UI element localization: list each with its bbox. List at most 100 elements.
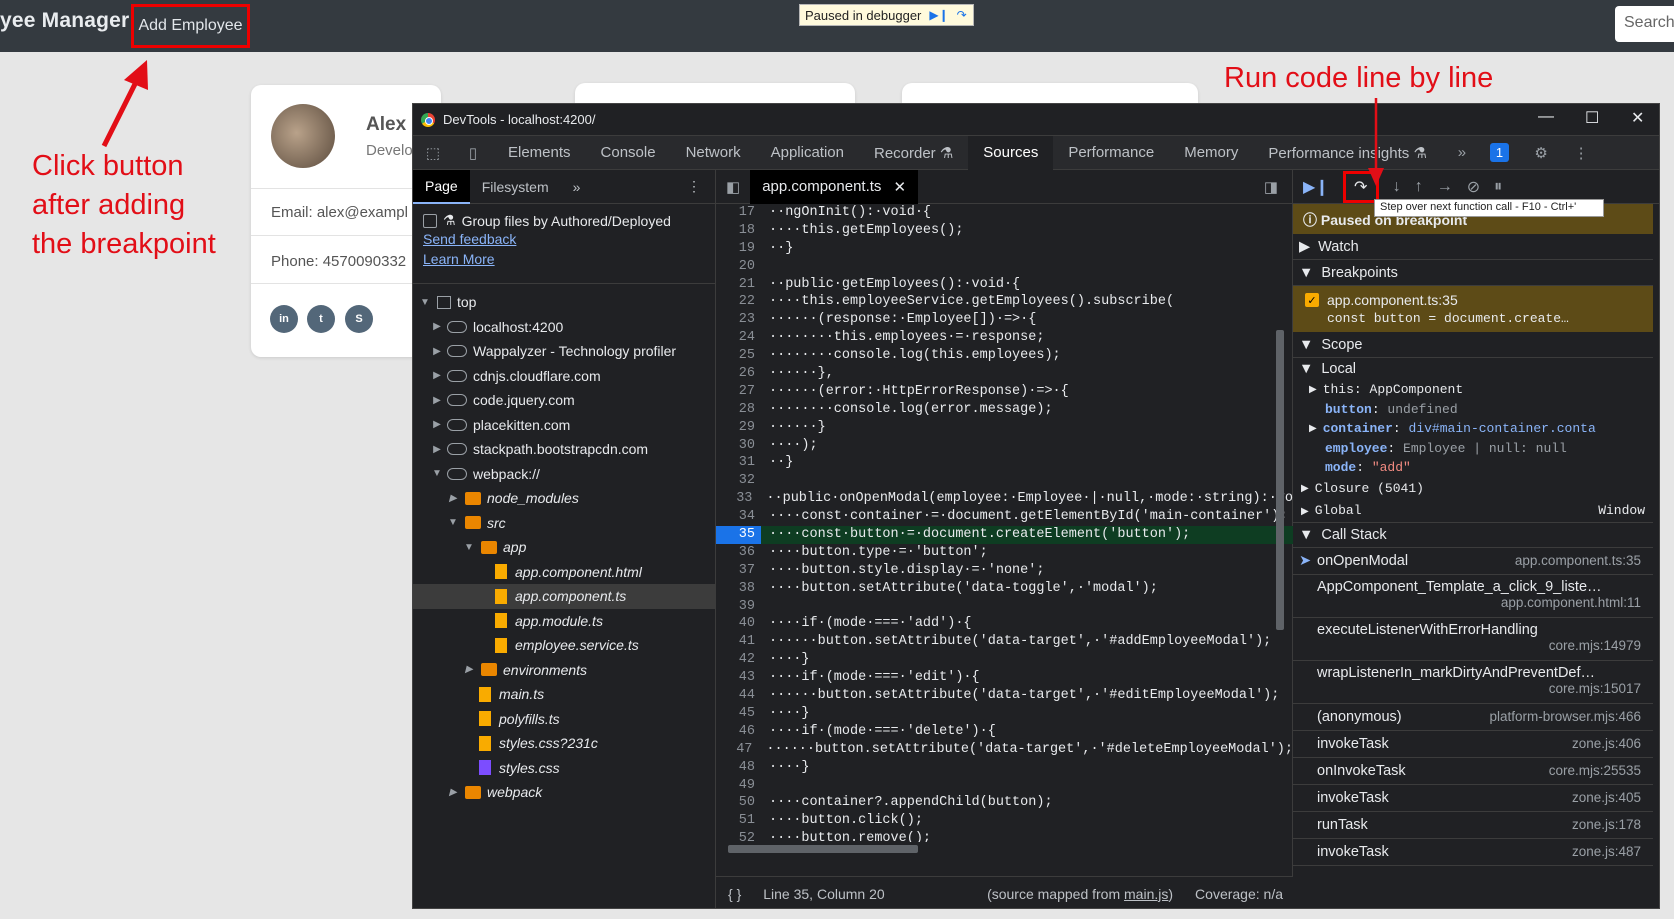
tree-item[interactable]: app.module.ts [413,609,716,634]
tab-application[interactable]: Application [756,136,859,170]
tree-item[interactable]: ▶ webpack [413,780,716,805]
line-number[interactable]: 46 [716,723,761,741]
tab-elements[interactable]: Elements [493,136,586,170]
code-line[interactable]: 26 ······}, [716,365,1293,383]
toggle-debugger-icon[interactable]: ◨ [1264,178,1292,196]
code-line[interactable]: 46 ····if·(mode·===·'delete')·{ [716,723,1293,741]
linkedin-icon[interactable]: in [270,305,298,333]
tree-item[interactable]: employee.service.ts [413,633,716,658]
tab-filesystem[interactable]: Filesystem [470,170,561,204]
inspect-icon[interactable]: ⬚ [413,136,453,170]
skype-icon[interactable]: S [345,305,373,333]
source-map-link[interactable]: main.js [1124,886,1168,902]
scope-global[interactable]: ▶ Global Window [1293,500,1653,522]
line-number[interactable]: 27 [716,383,761,401]
issues-badge[interactable]: 1 [1489,143,1510,162]
line-number[interactable]: 45 [716,705,761,723]
group-files-option[interactable]: ⚗ Group files by Authored/Deployed [413,204,715,229]
line-number[interactable]: 38 [716,580,761,598]
breakpoint-checkbox[interactable]: ✓ [1305,293,1319,307]
code-line[interactable]: 30 ····); [716,437,1293,455]
horizontal-scrollbar[interactable] [720,842,1270,856]
line-number[interactable]: 43 [716,669,761,687]
tree-item[interactable]: ▶ localhost:4200 [413,315,716,340]
tree-item[interactable]: styles.css [413,756,716,781]
scope-var[interactable]: ▶ this: AppComponent [1293,380,1653,400]
line-number[interactable]: 51 [716,812,761,830]
code-line[interactable]: 50 ····container?.appendChild(button); [716,794,1293,812]
group-checkbox[interactable] [423,213,437,228]
scope-var[interactable]: button: undefined [1293,400,1653,420]
tab-sources[interactable]: Sources [968,135,1054,170]
line-number[interactable]: 25 [716,347,761,365]
line-number[interactable]: 26 [716,365,761,383]
section-call-stack[interactable]: ▼ Call Stack [1293,521,1653,548]
pause-on-exceptions-icon[interactable]: ⏸ [1494,178,1502,196]
code-line[interactable]: 29 ······} [716,419,1293,437]
scope-var[interactable]: employee: Employee | null: null [1293,439,1653,459]
vertical-scrollbar[interactable] [1273,210,1287,840]
line-number[interactable]: 42 [716,651,761,669]
line-number[interactable]: 21 [716,276,761,294]
add-employee-link[interactable]: Add Employee [131,4,250,48]
step-out-icon[interactable]: ↑ [1415,178,1423,196]
device-toolbar-icon[interactable]: ▯ [453,136,493,170]
pretty-print-icon[interactable]: { } [728,886,741,902]
tab-app-component-ts[interactable]: app.component.ts ✕ [750,169,919,204]
code-line[interactable]: 27 ······(error:·HttpErrorResponse)·=>·{ [716,383,1293,401]
line-number[interactable]: 24 [716,329,761,347]
code-line[interactable]: 37 ····button.style.display·=·'none'; [716,562,1293,580]
call-frame[interactable]: (anonymous) platform-browser.mjs:466 [1293,704,1653,731]
code-lines[interactable]: 17 ··ngOnInit():·void·{18 ····this.getEmpl… [716,204,1293,844]
code-line[interactable]: 28 ········console.log(error.message); [716,401,1293,419]
line-number[interactable]: 48 [716,759,761,777]
deactivate-breakpoints-icon[interactable]: ⊘ [1467,177,1480,197]
tree-item[interactable]: ▶ code.jquery.com [413,388,716,413]
tab-recorder[interactable]: Recorder ⚗ [859,136,968,170]
code-line[interactable]: 51 ····button.click(); [716,812,1293,830]
tree-item[interactable]: app.component.html [413,560,716,585]
line-number[interactable]: 18 [716,222,761,240]
scope-local[interactable]: ▼ Local [1293,358,1653,380]
code-line[interactable]: 49 [716,777,1293,795]
tree-item[interactable]: main.ts [413,682,716,707]
section-scope[interactable]: ▼ Scope [1293,332,1653,358]
code-line-current[interactable]: 35 ····const·button·=·document.createElem… [716,526,1293,544]
step-over-button[interactable]: ↷ [1342,170,1379,203]
tab-network[interactable]: Network [671,136,756,170]
code-line[interactable]: 25 ········console.log(this.employees); [716,347,1293,365]
line-number[interactable]: 39 [716,598,761,616]
line-number[interactable]: 49 [716,777,761,795]
more-icon[interactable]: » [561,170,593,204]
maximize-icon[interactable]: ☐ [1585,108,1599,128]
resume-icon[interactable]: ▶❙ [929,8,948,22]
tree-item[interactable]: ▶ placekitten.com [413,413,716,438]
code-line[interactable]: 22 ····this.employeeService.getEmployees(… [716,293,1293,311]
code-line[interactable]: 41 ······button.setAttribute('data-target… [716,633,1293,651]
tab-page[interactable]: Page [413,169,470,204]
line-number[interactable]: 36 [716,544,761,562]
code-line[interactable]: 47 ······button.setAttribute('data-target… [716,741,1293,759]
tree-item-selected[interactable]: app.component.ts [413,584,716,609]
code-line[interactable]: 36 ····button.type·=·'button'; [716,544,1293,562]
tree-item[interactable]: ▶ environments [413,658,716,683]
line-number[interactable]: 23 [716,311,761,329]
scope-var[interactable]: mode: "add" [1293,458,1653,478]
code-line[interactable]: 34 ····const·container·=·document.getElem… [716,508,1293,526]
code-line[interactable]: 19 ··} [716,240,1293,258]
scope-var[interactable]: ▶ container: div#main-container.conta [1293,419,1653,439]
kebab-menu-icon[interactable]: ⋮ [1561,136,1601,170]
call-frame[interactable]: invokeTask zone.js:487 [1293,839,1653,866]
code-line[interactable]: 23 ······(response:·Employee[])·=>·{ [716,311,1293,329]
tree-item[interactable]: styles.css?231c [413,731,716,756]
tree-item[interactable]: ▶ node_modules [413,486,716,511]
scrollbar-thumb[interactable] [1276,330,1284,630]
search-input[interactable]: Search [1615,6,1674,42]
line-number[interactable]: 29 [716,419,761,437]
code-line[interactable]: 39 [716,598,1293,616]
section-breakpoints[interactable]: ▼ Breakpoints [1293,260,1653,286]
code-line[interactable]: 17 ··ngOnInit():·void·{ [716,204,1293,222]
brand-title[interactable]: yee Manager [0,9,129,33]
tree-item[interactable]: ▶ cdnjs.cloudflare.com [413,364,716,389]
close-icon[interactable]: ✕ [893,178,906,196]
